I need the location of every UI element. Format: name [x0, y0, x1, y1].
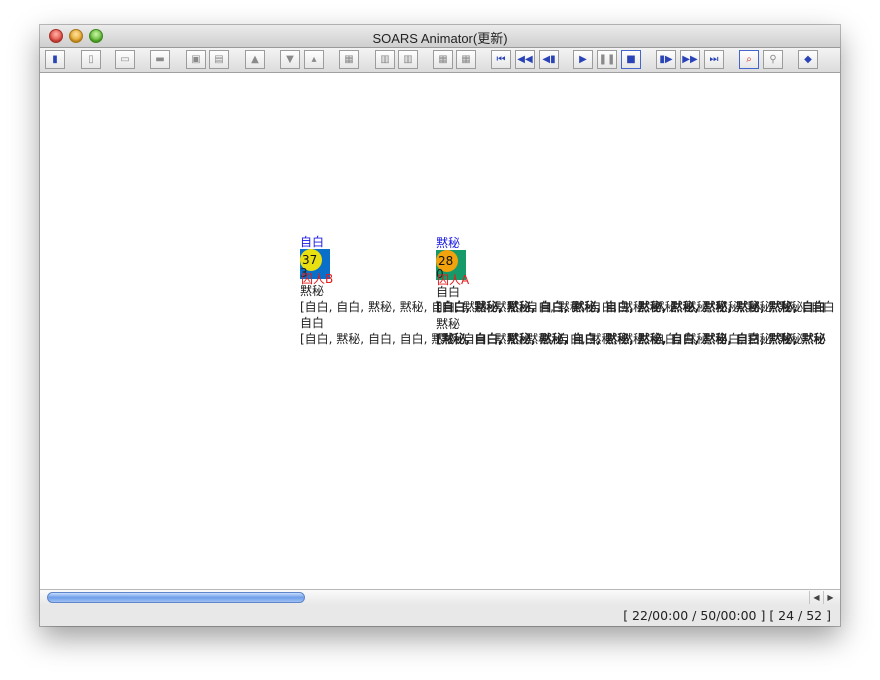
zoom-in-icon: ⌕: [746, 53, 752, 65]
pause-icon: ❚❚: [598, 53, 616, 65]
agent-b-header: 自白: [300, 235, 325, 249]
grid-alt-button[interactable]: ▦: [456, 50, 476, 69]
scrollbar-thumb[interactable]: [47, 592, 305, 603]
time-step-readout: [ 22/00:00 / 50/00:00 ] [ 24 / 52 ]: [623, 608, 831, 623]
upload-icon: ▴: [311, 53, 317, 65]
rewind-icon: ◀◀: [517, 53, 533, 65]
app-window: SOARS Animator(更新) ▮ ▯ ▭ ▬ ▣ ▤ ▲ ▼ ▴ ▦ ▥…: [40, 25, 840, 626]
grid-alt-icon: ▦: [461, 53, 471, 65]
fast-forward-icon: ▶▶: [682, 53, 698, 65]
step-forward-button[interactable]: ▮▶: [656, 50, 676, 69]
open-book-button[interactable]: ▮: [45, 50, 65, 69]
first-frame-icon: ⏮: [496, 53, 506, 65]
zoom-out-button[interactable]: ⚲: [763, 50, 783, 69]
stop-button[interactable]: ■: [621, 50, 641, 69]
table-button[interactable]: ▥: [375, 50, 395, 69]
agent-b-line1-label: 黙秘: [300, 284, 325, 298]
grid-icon: ▦: [438, 53, 448, 65]
window-title: SOARS Animator(更新): [372, 31, 508, 46]
calendar-icon: ▦: [344, 53, 354, 65]
step-forward-icon: ▮▶: [659, 53, 673, 65]
scroll-left-arrow-icon[interactable]: ◀: [809, 591, 823, 604]
resize-icon: ◆: [804, 53, 812, 65]
disk-icon: ▣: [191, 53, 201, 65]
agent-a-line2-label: 黙秘: [436, 317, 461, 331]
title-bar[interactable]: SOARS Animator(更新): [40, 25, 840, 48]
save-button[interactable]: ▣: [186, 50, 206, 69]
zoom-out-icon: ⚲: [769, 53, 777, 65]
book-icon: ▮: [52, 53, 58, 65]
folder-icon: ▬: [155, 53, 165, 65]
save-as-icon: ▤: [214, 53, 224, 65]
import-icon: ▼: [286, 53, 294, 65]
agent-a-header: 黙秘: [436, 236, 461, 250]
agent-a-line2-history: [黙秘, 自白, 黙秘, 黙秘, 自白, 黙秘, 黙秘, 自白, 黙秘, 自白,…: [436, 332, 826, 346]
calendar-button[interactable]: ▦: [339, 50, 359, 69]
upload-button[interactable]: ▴: [304, 50, 324, 69]
scroll-right-arrow-icon[interactable]: ▶: [823, 591, 837, 604]
play-button[interactable]: ▶: [573, 50, 593, 69]
new-page-button[interactable]: ▯: [81, 50, 101, 69]
last-frame-button[interactable]: ⏭: [704, 50, 724, 69]
agent-a-line1-label: 自白: [436, 285, 461, 299]
agent-a-line1-history: [自白, 黙秘, 黙秘, 自白, 黙秘, 自白, 黙秘, 黙秘, 黙秘, 黙秘,…: [436, 300, 826, 314]
tag-icon: ▭: [120, 53, 130, 65]
resize-button[interactable]: ◆: [798, 50, 818, 69]
import-button[interactable]: ▼: [280, 50, 300, 69]
export-button[interactable]: ▲: [245, 50, 265, 69]
animation-canvas[interactable]: 自白 37 3 囚人B 黙秘 [自白, 自白, 黙秘, 黙秘, 自白, 黙秘, …: [40, 73, 840, 589]
save-as-button[interactable]: ▤: [209, 50, 229, 69]
rewind-button[interactable]: ◀◀: [515, 50, 535, 69]
toolbar: ▮ ▯ ▭ ▬ ▣ ▤ ▲ ▼ ▴ ▦ ▥ ▥ ▦ ▦ ⏮ ◀◀ ◀▮ ▶ ❚❚…: [40, 48, 840, 73]
last-frame-icon: ⏭: [709, 53, 719, 65]
status-bar: [ 22/00:00 / 50/00:00 ] [ 24 / 52 ]: [40, 605, 840, 626]
pause-button[interactable]: ❚❚: [597, 50, 617, 69]
table-icon: ▥: [380, 53, 390, 65]
step-back-button[interactable]: ◀▮: [539, 50, 559, 69]
step-back-icon: ◀▮: [542, 53, 556, 65]
stop-icon: ■: [626, 53, 636, 65]
zoom-in-button[interactable]: ⌕: [739, 50, 759, 69]
table-alt-icon: ▥: [403, 53, 413, 65]
agent-b-line2-label: 自白: [300, 316, 325, 330]
play-icon: ▶: [579, 53, 587, 65]
table-alt-button[interactable]: ▥: [398, 50, 418, 69]
page-icon: ▯: [88, 53, 94, 65]
first-frame-button[interactable]: ⏮: [491, 50, 511, 69]
grid-button[interactable]: ▦: [433, 50, 453, 69]
folder-button[interactable]: ▬: [150, 50, 170, 69]
horizontal-scrollbar[interactable]: ◀ ▶: [40, 589, 840, 606]
tag-button[interactable]: ▭: [115, 50, 135, 69]
export-icon: ▲: [251, 53, 259, 65]
fast-forward-button[interactable]: ▶▶: [680, 50, 700, 69]
